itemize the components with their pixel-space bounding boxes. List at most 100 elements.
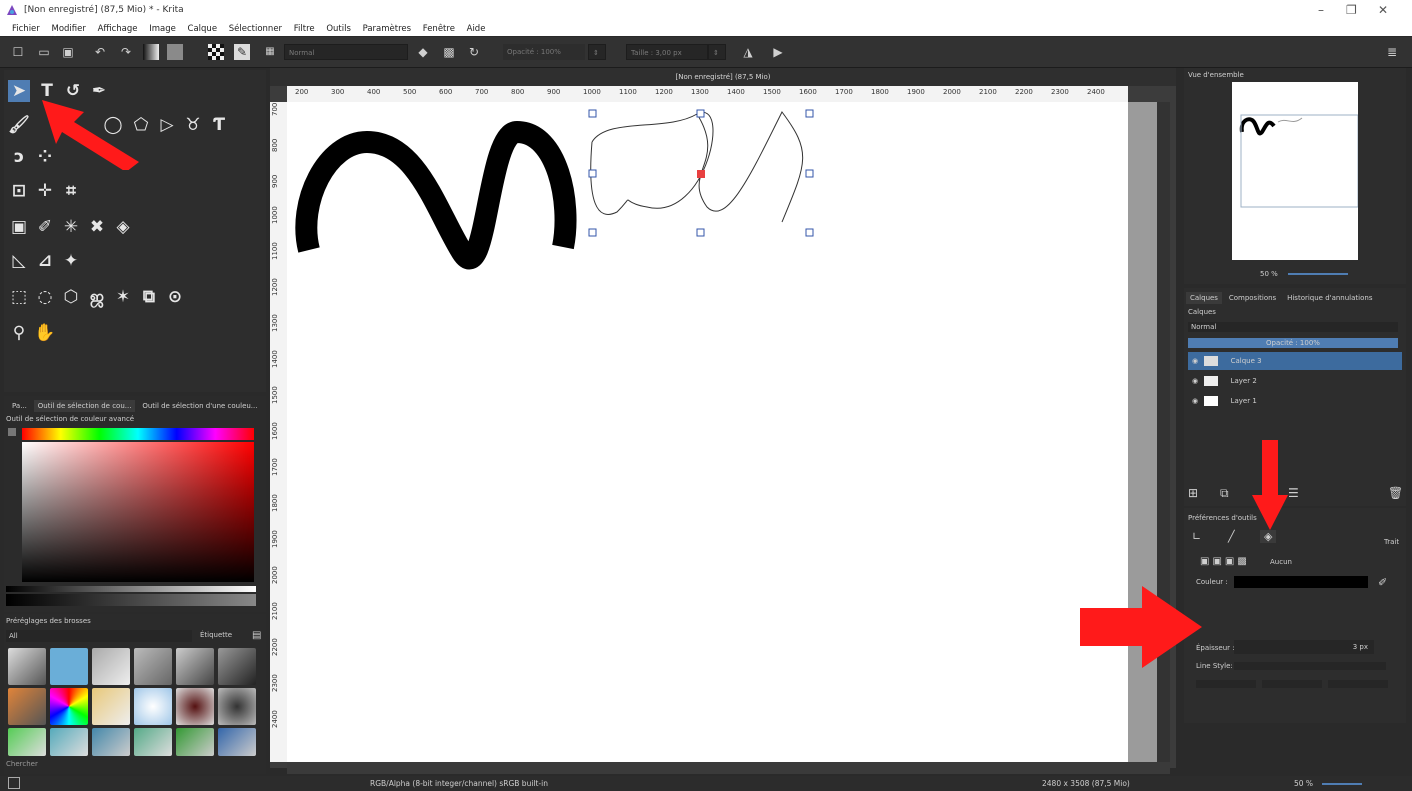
brush-preset-11[interactable] xyxy=(176,688,214,725)
brush-search-input[interactable]: Chercher xyxy=(6,760,38,768)
overview-thumbnail[interactable] xyxy=(1232,82,1359,260)
hue-slider[interactable] xyxy=(22,428,254,440)
brush-preset-8[interactable] xyxy=(50,688,88,725)
color-history-strip[interactable] xyxy=(6,586,256,592)
tab-compositions[interactable]: Compositions xyxy=(1225,292,1280,304)
transform-tool-icon[interactable]: ⊡ xyxy=(8,180,30,202)
stroke-line-tab-icon[interactable]: ╱ xyxy=(1228,530,1235,543)
maximize-button[interactable]: ❐ xyxy=(1346,3,1357,17)
delete-layer-icon[interactable]: 🗑 xyxy=(1388,486,1403,500)
bezier-select-tool-icon[interactable]: ⊙ xyxy=(164,286,186,308)
open-folder-icon[interactable]: ▭ xyxy=(36,44,52,60)
zoom-tool-icon[interactable]: ⚲ xyxy=(8,322,30,344)
dynamic-brush-tool-icon[interactable]: ↄ xyxy=(8,146,30,168)
preserve-alpha-icon[interactable]: ▩ xyxy=(441,44,457,60)
tab-specific-color[interactable]: Outil de sélection d'une couleu... xyxy=(138,400,261,412)
gradient-tool-icon[interactable]: ▣ xyxy=(8,216,30,238)
smart-patch-tool-icon[interactable]: ✳ xyxy=(60,216,82,238)
add-layer-icon[interactable]: ⊞ xyxy=(1188,486,1198,500)
status-settings-icon[interactable] xyxy=(8,777,20,789)
close-button[interactable]: ✕ xyxy=(1378,3,1388,17)
duplicate-layer-icon[interactable]: ⧉ xyxy=(1220,486,1229,501)
layer-opacity-slider[interactable]: Opacité : 100% xyxy=(1188,338,1398,348)
freehand-brush-tool-icon[interactable]: 🖌 xyxy=(8,114,30,136)
menu-selectionner[interactable]: Sélectionner xyxy=(229,24,282,34)
zoom-slider[interactable] xyxy=(1322,783,1362,785)
brush-preset-5[interactable] xyxy=(176,648,214,685)
ellipse-select-tool-icon[interactable]: ◌ xyxy=(34,286,56,308)
mirror-vertical-icon[interactable]: ▶ xyxy=(770,44,786,60)
opacity-field[interactable]: Opacité : 100% xyxy=(503,44,585,60)
brush-preset-4[interactable] xyxy=(134,648,172,685)
tab-advanced-color[interactable]: Outil de sélection de cou... xyxy=(33,400,136,412)
brush-preset-17[interactable] xyxy=(176,728,214,756)
brush-preset-14[interactable] xyxy=(50,728,88,756)
brush-preset-15[interactable] xyxy=(92,728,130,756)
layer-row[interactable]: ◉ Layer 1 xyxy=(1188,392,1402,410)
reference-tool-icon[interactable]: ✦ xyxy=(60,250,82,272)
bezier-tool-icon[interactable]: ♉ xyxy=(182,114,204,136)
assistant-tool-icon[interactable]: ◺ xyxy=(8,250,30,272)
saturation-value-picker[interactable] xyxy=(22,442,254,582)
blend-mode-select[interactable]: Normal xyxy=(284,44,408,60)
color-picker-tool-icon[interactable]: ✐ xyxy=(34,216,56,238)
redo-icon[interactable]: ↷ xyxy=(118,44,134,60)
brush-preset-7[interactable] xyxy=(8,688,46,725)
brush-view-icon[interactable]: ▤ xyxy=(252,630,261,641)
brush-preset-12[interactable] xyxy=(218,688,256,725)
gradient-preset-icon[interactable] xyxy=(143,44,159,60)
menu-modifier[interactable]: Modifier xyxy=(51,24,85,34)
cap-style-select[interactable] xyxy=(1196,680,1256,688)
brush-preset-10[interactable] xyxy=(134,688,172,725)
brush-preset-icon[interactable]: ✎ xyxy=(234,44,250,60)
layer-row[interactable]: ◉ Calque 3 xyxy=(1188,352,1402,370)
brush-preset-1[interactable] xyxy=(8,648,46,685)
menu-filtre[interactable]: Filtre xyxy=(294,24,315,34)
menu-affichage[interactable]: Affichage xyxy=(98,24,138,34)
mirror-horizontal-icon[interactable]: ◮ xyxy=(740,44,756,60)
layer-properties-icon[interactable]: ☰ xyxy=(1288,486,1299,500)
brush-preset-16[interactable] xyxy=(134,728,172,756)
fill-pattern-tool-icon[interactable]: ✖ xyxy=(86,216,108,238)
marker-style-select[interactable] xyxy=(1328,680,1388,688)
brush-preset-18[interactable] xyxy=(218,728,256,756)
pan-tool-icon[interactable]: ✋ xyxy=(34,322,56,344)
tab-undo-history[interactable]: Historique d'annulations xyxy=(1283,292,1376,304)
tab-layers[interactable]: Calques xyxy=(1186,292,1222,304)
menu-calque[interactable]: Calque xyxy=(188,24,218,34)
menu-fenetre[interactable]: Fenêtre xyxy=(423,24,455,34)
fill-tool-icon[interactable]: ◈ xyxy=(112,216,134,238)
crop-tool-icon[interactable]: ⌗ xyxy=(60,180,82,202)
center-handle[interactable] xyxy=(697,170,705,178)
rect-select-tool-icon[interactable]: ⬚ xyxy=(8,286,30,308)
stroke-color-swatch[interactable] xyxy=(1234,576,1368,588)
similar-select-tool-icon[interactable]: ⧉ xyxy=(138,286,160,308)
width-field[interactable]: 3 px xyxy=(1234,640,1374,654)
menu-aide[interactable]: Aide xyxy=(467,24,486,34)
fill-tab-icon[interactable]: ◈ xyxy=(1260,530,1277,543)
fill-type-icons[interactable]: ▣▣▣▩ xyxy=(1200,556,1250,567)
brush-preset-6[interactable] xyxy=(218,648,256,685)
undo-icon[interactable]: ↶ xyxy=(92,44,108,60)
tab-palette[interactable]: Pa... xyxy=(8,400,31,412)
polyline-tool-icon[interactable]: ▷ xyxy=(156,114,178,136)
reload-preset-icon[interactable]: ↻ xyxy=(466,44,482,60)
freehand-path-tool-icon[interactable]: Ƭ xyxy=(208,114,230,136)
menu-fichier[interactable]: Fichier xyxy=(12,24,40,34)
visibility-eye-icon[interactable]: ◉ xyxy=(1192,377,1198,385)
brush-preset-9[interactable] xyxy=(92,688,130,725)
size-field[interactable]: Taille : 3,00 px xyxy=(626,44,708,60)
menu-outils[interactable]: Outils xyxy=(326,24,351,34)
minimize-button[interactable]: – xyxy=(1318,3,1324,17)
new-document-icon[interactable]: ☐ xyxy=(10,44,26,60)
opacity-spin[interactable]: ⇕ xyxy=(588,44,606,60)
layer-row[interactable]: ◉ Layer 2 xyxy=(1188,372,1402,390)
measure-tool-icon[interactable]: ⊿ xyxy=(34,250,56,272)
fg-bg-color-icon[interactable] xyxy=(208,44,224,60)
brush-tag-button[interactable]: Étiquette xyxy=(200,631,232,639)
brush-preset-3[interactable] xyxy=(92,648,130,685)
brush-settings-icon[interactable]: ▦ xyxy=(262,44,278,60)
move-tool-icon[interactable]: ✛ xyxy=(34,180,56,202)
horizontal-scrollbar[interactable] xyxy=(287,762,1170,774)
polygon-select-tool-icon[interactable]: ⬡ xyxy=(60,286,82,308)
